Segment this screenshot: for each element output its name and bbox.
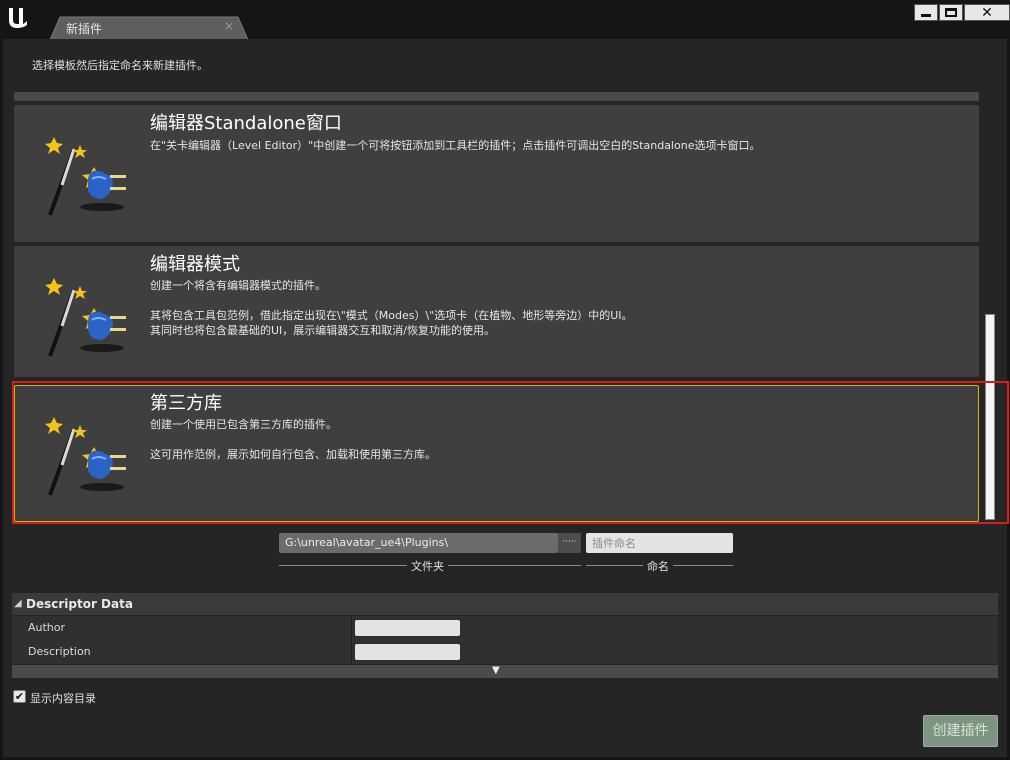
- template-card-standalone-window[interactable]: 编辑器Standalone窗口 在"关卡编辑器（Level Editor）"中创…: [14, 105, 979, 242]
- template-list-scrollbar[interactable]: [985, 314, 995, 520]
- maximize-button[interactable]: [939, 4, 963, 21]
- tab-close-icon[interactable]: ×: [224, 19, 234, 33]
- magic-wand-plug-icon: [44, 260, 134, 360]
- page-subtitle: 选择模板然后指定命名来新建插件。: [32, 59, 208, 72]
- maximize-icon: [945, 8, 957, 17]
- minimize-button[interactable]: [914, 4, 938, 21]
- folder-label: 文件夹: [407, 558, 448, 574]
- template-description: 在"关卡编辑器（Level Editor）"中创建一个可将按钮添加到工具栏的插件…: [150, 139, 761, 152]
- description-input[interactable]: [355, 644, 460, 660]
- template-list-top-edge: [14, 92, 979, 101]
- close-icon: ✕: [981, 4, 993, 21]
- author-input[interactable]: [355, 620, 460, 636]
- folder-label-row: 文件夹: [279, 558, 581, 574]
- show-content-dir-label: 显示内容目录: [30, 692, 96, 705]
- descriptor-data-header[interactable]: ◢ Descriptor Data: [12, 593, 998, 615]
- show-content-dir-checkbox[interactable]: ✔: [13, 690, 26, 703]
- plugin-name-input[interactable]: [586, 533, 733, 553]
- property-name: Description: [28, 645, 91, 658]
- expand-advanced-bar[interactable]: ▼: [12, 665, 998, 678]
- template-description-line-3: 其同时也将包含最基础的UI，展示编辑器交互和取消/恢复功能的使用。: [150, 324, 495, 337]
- magic-wand-plug-icon: [44, 399, 134, 499]
- browse-folder-button[interactable]: ·····: [558, 533, 581, 553]
- template-description-line-1: 创建一个使用已包含第三方库的插件。: [150, 418, 337, 431]
- tab-new-plugin[interactable]: 新插件 ×: [50, 16, 248, 40]
- name-label: 命名: [643, 558, 673, 574]
- window-controls: ✕: [914, 4, 1010, 21]
- template-title: 编辑器Standalone窗口: [150, 113, 342, 134]
- tab-title: 新插件: [66, 22, 103, 36]
- chevron-down-icon: ▼: [492, 665, 500, 676]
- template-title: 编辑器模式: [150, 254, 240, 275]
- name-label-row: 命名: [586, 558, 733, 574]
- property-row-description: Description: [12, 640, 998, 664]
- unreal-logo-icon: [6, 5, 30, 29]
- close-button[interactable]: ✕: [964, 4, 1010, 21]
- checkmark-icon: ✔: [14, 690, 25, 703]
- property-row-author: Author: [12, 616, 998, 640]
- magic-wand-plug-icon: [44, 119, 134, 219]
- template-card-third-party-library[interactable]: 第三方库 创建一个使用已包含第三方库的插件。 这可用作范例，展示如何自行包含、加…: [14, 385, 979, 522]
- property-name: Author: [28, 621, 66, 634]
- template-description-line-2: 其将包含工具包范例，借此指定出现在\"模式（Modes）\"选项卡（在植物、地形…: [150, 309, 633, 322]
- descriptor-data-label: Descriptor Data: [26, 597, 133, 611]
- template-title: 第三方库: [150, 393, 222, 414]
- create-plugin-button[interactable]: 创建插件: [923, 715, 998, 747]
- minimize-icon: [921, 13, 931, 17]
- column-divider: [351, 616, 352, 640]
- template-card-editor-mode[interactable]: 编辑器模式 创建一个将含有编辑器模式的插件。 其将包含工具包范例，借此指定出现在…: [14, 246, 979, 377]
- template-description-line-1: 创建一个将含有编辑器模式的插件。: [150, 279, 326, 292]
- plugin-folder-path[interactable]: G:\unreal\avatar_ue4\Plugins\: [279, 533, 558, 553]
- template-description-line-2: 这可用作范例，展示如何自行包含、加载和使用第三方库。: [150, 448, 436, 461]
- collapse-triangle-icon: ◢: [14, 598, 22, 609]
- column-divider: [351, 640, 352, 664]
